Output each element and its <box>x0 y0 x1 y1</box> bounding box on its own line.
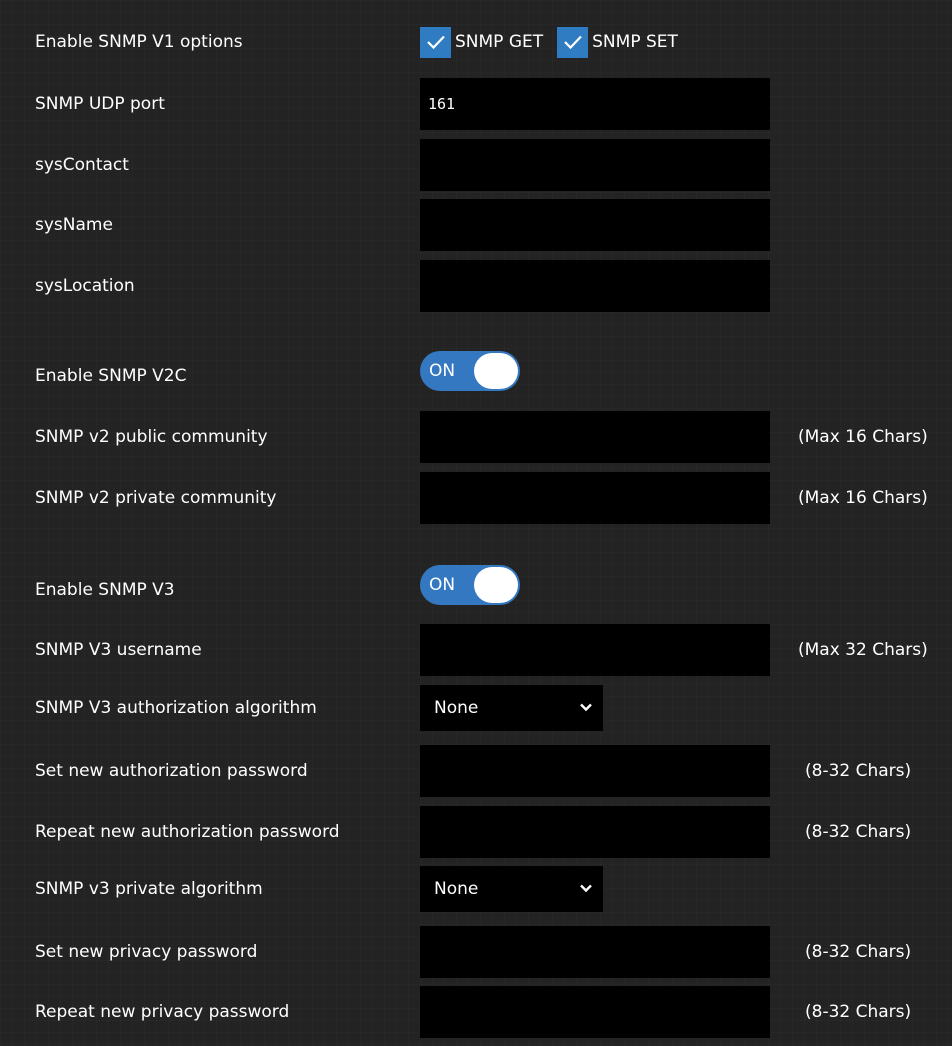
auth-password-repeat-label: Repeat new authorization password <box>35 822 340 842</box>
row-udp-port: SNMP UDP port <box>0 78 952 130</box>
row-v3-auth-algorithm: SNMP V3 authorization algorithm None <box>0 685 952 737</box>
snmp-set-label: SNMP SET <box>592 32 678 52</box>
udp-port-label: SNMP UDP port <box>35 94 165 114</box>
v3-priv-algorithm-value: None <box>434 879 479 899</box>
v2-private-community-input[interactable] <box>420 472 770 524</box>
enable-snmp-v2c-label: Enable SNMP V2C <box>35 366 187 386</box>
chevron-down-icon <box>580 884 592 893</box>
v3-priv-algorithm-select[interactable]: None <box>420 866 603 912</box>
chevron-down-icon <box>580 703 592 712</box>
sys-name-input[interactable] <box>420 199 770 251</box>
row-enable-snmp-v2c: Enable SNMP V2C ON <box>0 350 952 402</box>
v2-private-community-label: SNMP v2 private community <box>35 488 277 508</box>
row-sys-name: sysName <box>0 199 952 251</box>
v3-auth-algorithm-value: None <box>434 698 479 718</box>
v2-private-community-hint: (Max 16 Chars) <box>798 488 928 508</box>
auth-password-repeat-input[interactable] <box>420 806 770 858</box>
enable-snmp-v3-label: Enable SNMP V3 <box>35 580 175 600</box>
auth-password-label: Set new authorization password <box>35 761 308 781</box>
sys-contact-label: sysContact <box>35 155 129 175</box>
checkmark-icon <box>563 35 582 50</box>
v2-public-community-label: SNMP v2 public community <box>35 427 268 447</box>
snmp-v2c-toggle[interactable]: ON <box>420 351 520 391</box>
priv-password-input[interactable] <box>420 926 770 978</box>
v3-priv-algorithm-label: SNMP v3 private algorithm <box>35 879 263 899</box>
auth-password-hint: (8-32 Chars) <box>805 761 912 781</box>
snmp-get-checkbox-box[interactable] <box>420 26 451 58</box>
row-sys-contact: sysContact <box>0 139 952 191</box>
v3-auth-algorithm-select[interactable]: None <box>420 685 603 731</box>
v2-public-community-hint: (Max 16 Chars) <box>798 427 928 447</box>
v3-username-hint: (Max 32 Chars) <box>798 640 928 660</box>
snmp-v2c-toggle-state: ON <box>429 361 456 381</box>
udp-port-input[interactable] <box>420 78 770 130</box>
snmp-set-checkbox[interactable]: SNMP SET <box>557 26 678 58</box>
priv-password-hint: (8-32 Chars) <box>805 942 912 962</box>
priv-password-repeat-hint: (8-32 Chars) <box>805 1002 912 1022</box>
v3-username-label: SNMP V3 username <box>35 640 202 660</box>
sys-name-label: sysName <box>35 215 113 235</box>
row-enable-snmp-v3: Enable SNMP V3 ON <box>0 564 952 616</box>
toggle-knob <box>474 353 518 389</box>
snmp-v3-toggle-state: ON <box>429 575 456 595</box>
snmp-set-checkbox-box[interactable] <box>557 26 589 58</box>
priv-password-repeat-input[interactable] <box>420 986 770 1038</box>
auth-password-repeat-hint: (8-32 Chars) <box>805 822 912 842</box>
v3-auth-algorithm-label: SNMP V3 authorization algorithm <box>35 698 317 718</box>
row-sys-location: sysLocation <box>0 260 952 312</box>
row-v2-private-community: SNMP v2 private community (Max 16 Chars) <box>0 472 952 524</box>
auth-password-input[interactable] <box>420 745 770 797</box>
v3-username-input[interactable] <box>420 624 770 676</box>
snmp-v1-options-label: Enable SNMP V1 options <box>35 32 243 52</box>
sys-location-input[interactable] <box>420 260 770 312</box>
snmp-get-label: SNMP GET <box>455 32 544 52</box>
row-priv-password: Set new privacy password (8-32 Chars) <box>0 926 952 978</box>
priv-password-label: Set new privacy password <box>35 942 258 962</box>
row-priv-password-repeat: Repeat new privacy password (8-32 Chars) <box>0 986 952 1038</box>
sys-contact-input[interactable] <box>420 139 770 191</box>
checkmark-icon <box>426 35 445 50</box>
snmp-v1-checkbox-group: SNMP GET SNMP SET <box>420 25 692 59</box>
snmp-get-checkbox[interactable]: SNMP GET <box>420 26 544 58</box>
v2-public-community-input[interactable] <box>420 411 770 463</box>
toggle-knob <box>474 567 518 603</box>
row-v3-priv-algorithm: SNMP v3 private algorithm None <box>0 866 952 918</box>
sys-location-label: sysLocation <box>35 276 135 296</box>
row-auth-password: Set new authorization password (8-32 Cha… <box>0 745 952 797</box>
row-v3-username: SNMP V3 username (Max 32 Chars) <box>0 624 952 676</box>
row-snmp-v1-options: Enable SNMP V1 options SNMP GET SNMP SET <box>0 16 952 68</box>
priv-password-repeat-label: Repeat new privacy password <box>35 1002 290 1022</box>
row-auth-password-repeat: Repeat new authorization password (8-32 … <box>0 806 952 858</box>
snmp-v3-toggle[interactable]: ON <box>420 565 520 605</box>
row-v2-public-community: SNMP v2 public community (Max 16 Chars) <box>0 411 952 463</box>
